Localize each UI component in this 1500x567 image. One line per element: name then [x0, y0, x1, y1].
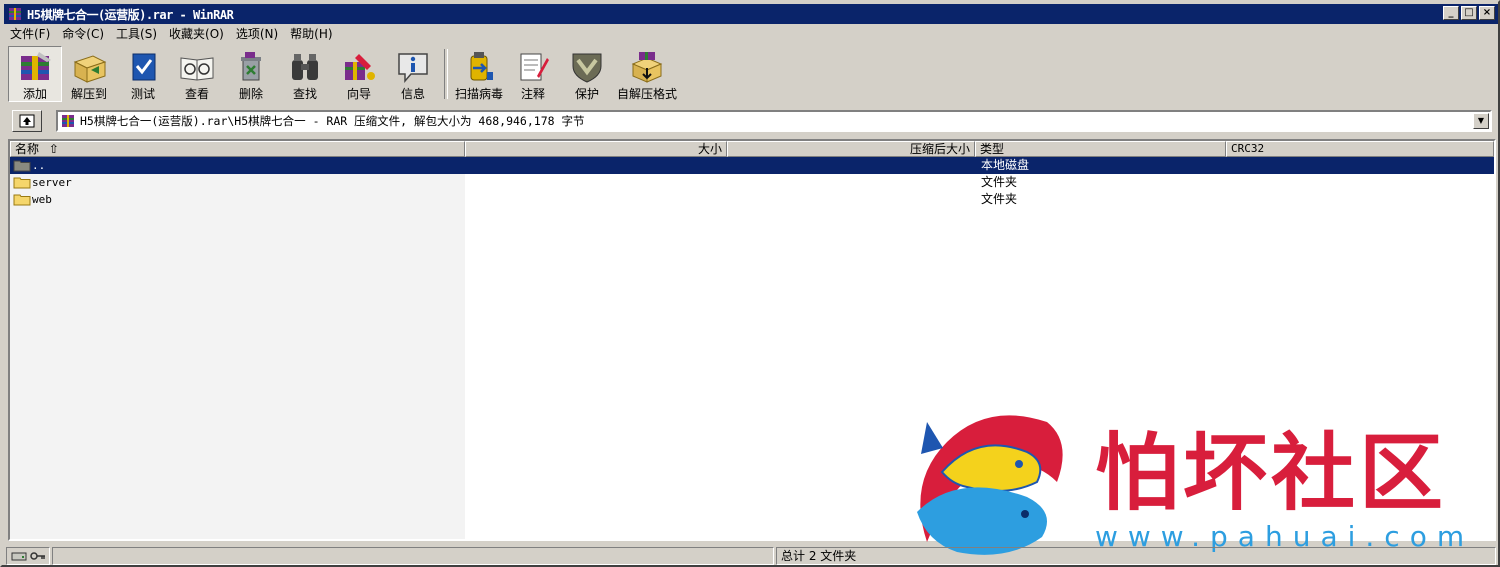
protect-button[interactable]: 保护	[560, 46, 614, 102]
address-row: H5棋牌七合一(运营版).rar\H5棋牌七合一 - RAR 压缩文件, 解包大…	[8, 108, 1496, 134]
add-button[interactable]: 添加	[8, 46, 62, 102]
col-name-label: 名称	[15, 142, 40, 156]
comment-button[interactable]: 注释	[506, 46, 560, 102]
watermark-title: 怕坏社区	[1095, 423, 1448, 522]
wizard-button[interactable]: 向导	[332, 46, 386, 102]
add-label: 添加	[22, 87, 47, 101]
delete-label: 删除	[238, 87, 263, 101]
name-column-background	[10, 157, 465, 539]
comment-icon	[520, 53, 549, 80]
col-name-header[interactable]: 名称 ⇧	[10, 141, 465, 157]
virus-scan-label: 扫描病毒	[454, 87, 503, 101]
column-header: 名称 ⇧ 大小 压缩后大小 类型 CRC32	[10, 141, 1494, 157]
key-icon	[30, 552, 45, 560]
col-crc-header[interactable]: CRC32	[1226, 141, 1494, 157]
archive-icon	[62, 115, 74, 127]
find-button[interactable]: 查找	[278, 46, 332, 102]
file-row-server[interactable]: server 文件夹	[10, 174, 1494, 191]
title-bar[interactable]: H5棋牌七合一(运营版).rar - WinRAR _ □ ×	[4, 4, 1498, 24]
menu-favorites[interactable]: 收藏夹(O)	[163, 25, 230, 42]
minimize-button[interactable]: _	[1443, 6, 1459, 20]
winrar-window: H5棋牌七合一(运营版).rar - WinRAR _ □ × 文件(F) 命令…	[0, 0, 1500, 567]
info-icon	[398, 52, 428, 83]
window-title: H5棋牌七合一(运营版).rar - WinRAR	[27, 7, 234, 22]
address-dropdown-button[interactable]: ▼	[1473, 113, 1489, 129]
sfx-button[interactable]: 自解压格式	[614, 46, 680, 102]
up-arrow-icon	[19, 114, 35, 128]
toolbar-separator	[444, 49, 448, 99]
col-size-header[interactable]: 大小	[465, 141, 727, 157]
menu-file[interactable]: 文件(F)	[4, 25, 56, 42]
view-icon	[180, 56, 214, 81]
view-button[interactable]: 查看	[170, 46, 224, 102]
test-button[interactable]: 测试	[116, 46, 170, 102]
wizard-icon	[345, 53, 375, 80]
maximize-button[interactable]: □	[1461, 6, 1477, 20]
protect-label: 保护	[574, 87, 599, 101]
parent-folder-icon	[13, 160, 31, 172]
comment-label: 注释	[520, 87, 545, 101]
winrar-app-icon	[9, 8, 21, 20]
folder-icon	[13, 177, 31, 189]
menu-commands[interactable]: 命令(C)	[56, 25, 110, 42]
up-folder-button[interactable]	[12, 110, 42, 132]
status-left-panel	[52, 547, 774, 565]
protect-shield-icon	[572, 53, 602, 83]
status-bar: 总计 2 文件夹	[4, 545, 1498, 567]
menu-help[interactable]: 帮助(H)	[284, 25, 338, 42]
find-binoculars-icon	[292, 53, 318, 80]
virus-scan-button[interactable]: 扫描病毒	[452, 46, 506, 102]
address-text: H5棋牌七合一(运营版).rar\H5棋牌七合一 - RAR 压缩文件, 解包大…	[80, 114, 585, 128]
drive-icon	[11, 552, 27, 561]
find-label: 查找	[292, 87, 317, 101]
info-label: 信息	[400, 87, 425, 101]
status-summary: 总计 2 文件夹	[776, 547, 1496, 565]
close-button[interactable]: ×	[1479, 6, 1495, 20]
file-row-web[interactable]: web 文件夹	[10, 191, 1494, 208]
address-bar[interactable]: H5棋牌七合一(运营版).rar\H5棋牌七合一 - RAR 压缩文件, 解包大…	[56, 110, 1492, 132]
fish-logo-icon	[917, 415, 1063, 555]
extract-to-label: 解压到	[70, 87, 107, 101]
col-type-header[interactable]: 类型	[975, 141, 1226, 157]
file-type: 本地磁盘	[981, 158, 1030, 172]
menu-tools[interactable]: 工具(S)	[110, 25, 163, 42]
extract-to-button[interactable]: 解压到	[62, 46, 116, 102]
file-type: 文件夹	[981, 192, 1018, 206]
menu-bar: 文件(F) 命令(C) 工具(S) 收藏夹(O) 选项(N) 帮助(H)	[4, 24, 1498, 43]
test-icon	[132, 53, 156, 80]
menu-options[interactable]: 选项(N)	[230, 25, 284, 42]
extract-to-icon	[73, 54, 107, 83]
file-name: ..	[32, 159, 46, 172]
sfx-label: 自解压格式	[616, 87, 677, 101]
file-name: server	[32, 176, 72, 189]
file-name: web	[32, 193, 52, 206]
delete-icon	[241, 51, 261, 80]
delete-button[interactable]: 删除	[224, 46, 278, 102]
test-label: 测试	[130, 87, 155, 101]
col-packed-header[interactable]: 压缩后大小	[727, 141, 975, 157]
folder-icon	[13, 194, 31, 206]
toolbar: 添加 解压到 测试 查看 删除 查找 向导 信息 扫描病毒 注释 保护 自解压格…	[8, 46, 1496, 104]
file-type: 文件夹	[981, 175, 1018, 189]
file-row-parent[interactable]: .. 本地磁盘	[10, 157, 1494, 174]
add-archive-icon	[21, 52, 51, 80]
status-icons	[6, 547, 50, 565]
view-label: 查看	[184, 87, 209, 101]
sfx-icon	[631, 51, 663, 83]
virus-scan-icon	[470, 51, 493, 80]
info-button[interactable]: 信息	[386, 46, 440, 102]
watermark: 怕坏社区 www.pahuai.com	[907, 402, 1497, 562]
sort-ascending-icon: ⇧	[48, 142, 59, 156]
wizard-label: 向导	[346, 87, 371, 101]
